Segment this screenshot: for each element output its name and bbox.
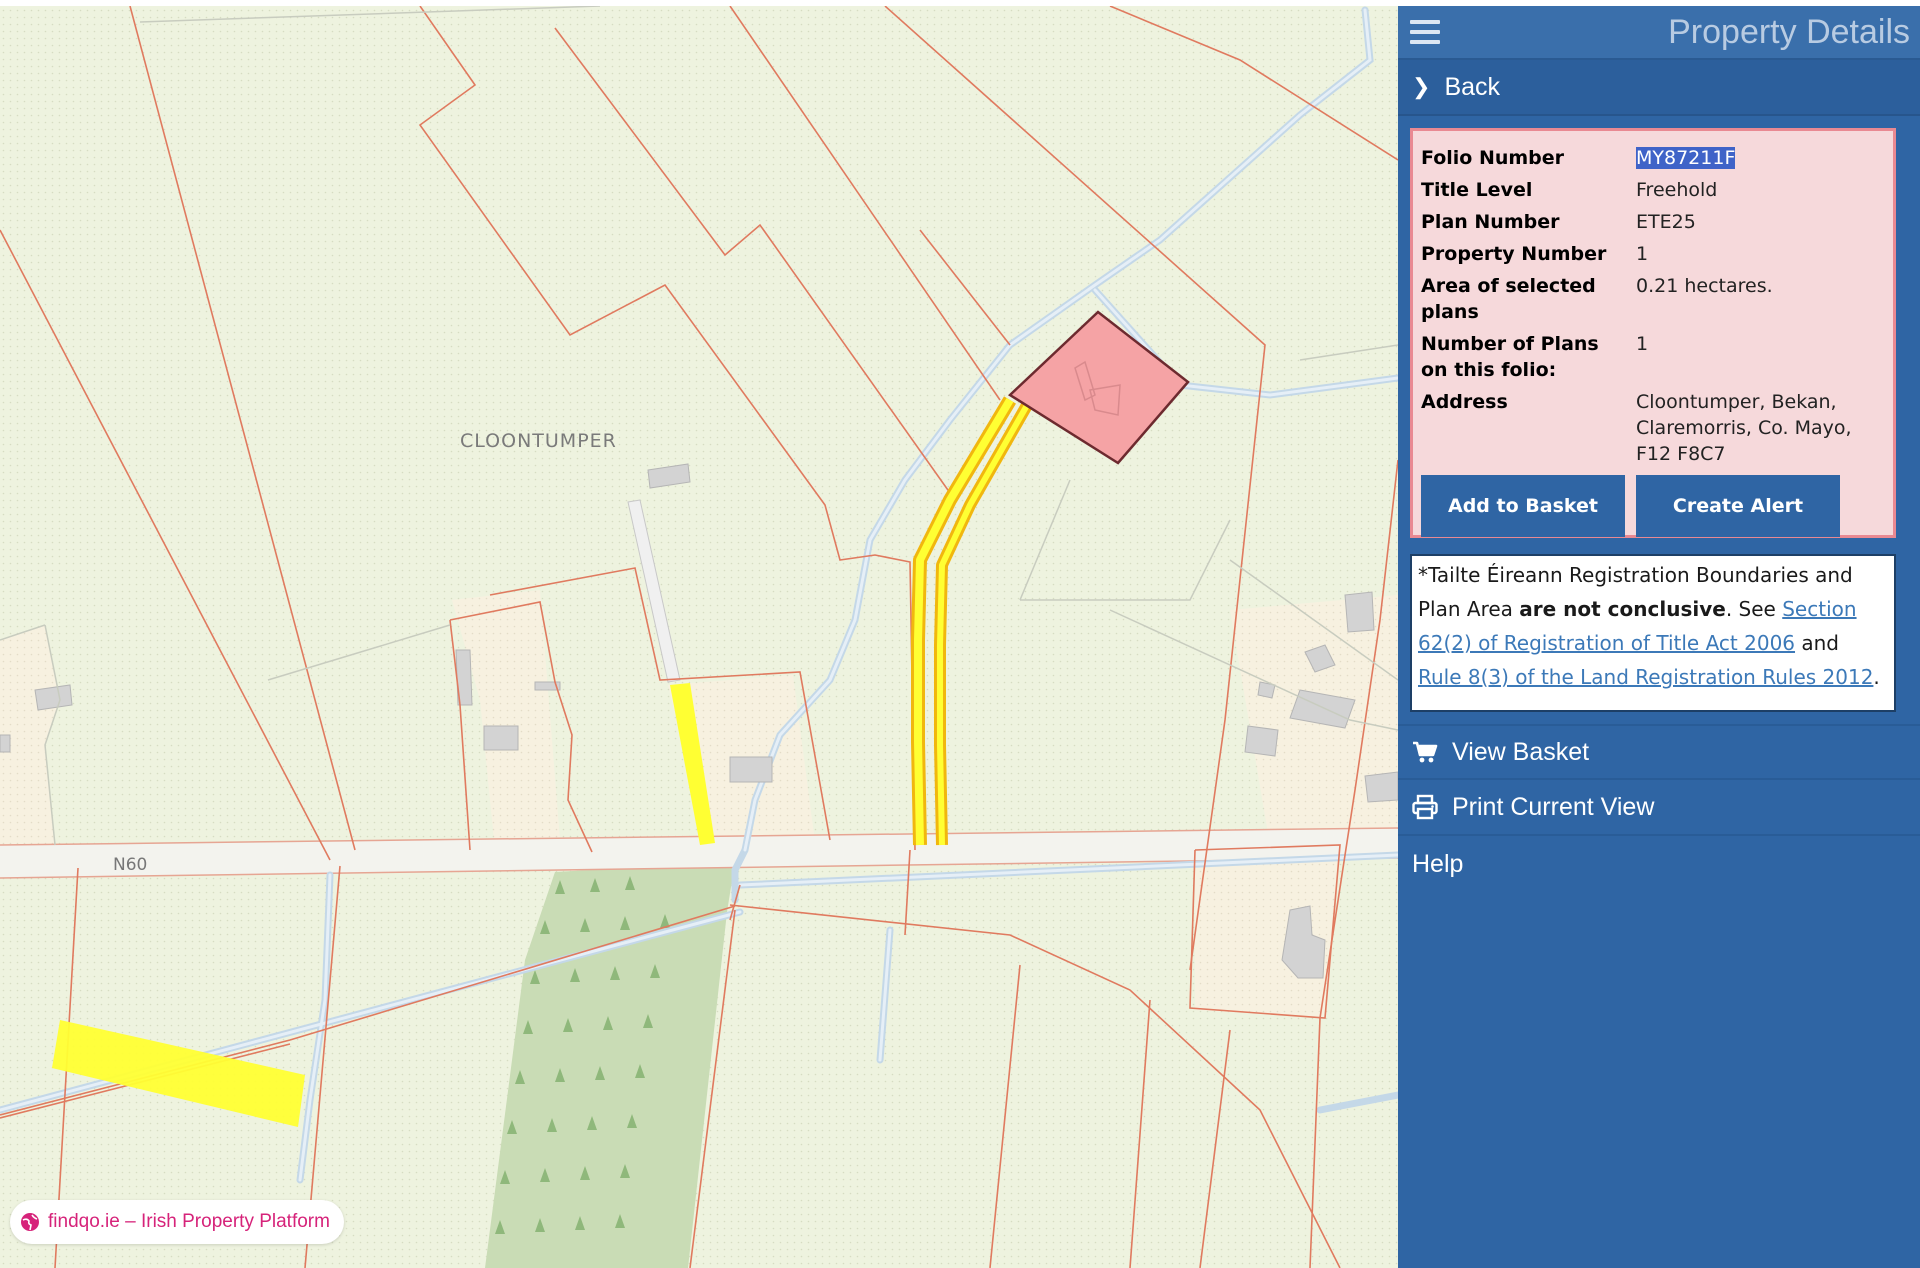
plan-number-value: ETE25	[1636, 211, 1696, 233]
disclaimer-and: and	[1795, 631, 1839, 655]
area-label: Area of selected plans	[1421, 275, 1596, 323]
property-number-label: Property Number	[1421, 243, 1607, 265]
disclaimer-bold: are not conclusive	[1519, 597, 1726, 621]
chevron-right-icon: ❯	[1412, 74, 1431, 99]
hamburger-icon[interactable]	[1410, 20, 1440, 44]
folio-number-value[interactable]: MY87211F	[1636, 145, 1891, 171]
cart-icon	[1413, 741, 1438, 763]
plan-number-label: Plan Number	[1421, 211, 1560, 233]
print-view-label: Print Current View	[1452, 792, 1655, 821]
back-label: Back	[1444, 72, 1501, 101]
folio-number-label: Folio Number	[1421, 147, 1565, 169]
map-view[interactable]: CLOONTUMPER N60	[0, 6, 1398, 1268]
address-value: Cloontumper, Bekan, Claremorris, Co. May…	[1636, 391, 1852, 465]
add-to-basket-button[interactable]: Add to Basket	[1421, 475, 1625, 537]
title-level-value: Freehold	[1636, 179, 1718, 201]
area-value: 0.21 hectares.	[1636, 275, 1773, 297]
folio-number-text[interactable]: MY87211F	[1636, 147, 1736, 169]
create-alert-button[interactable]: Create Alert	[1636, 475, 1840, 537]
back-button[interactable]: ❯ Back	[1398, 60, 1920, 116]
disclaimer-suffix: .	[1873, 665, 1880, 689]
rule-8-link[interactable]: Rule 8(3) of the Land Registration Rules…	[1418, 665, 1873, 689]
disclaimer-mid: . See	[1725, 597, 1783, 621]
address-label: Address	[1421, 391, 1508, 413]
disclaimer-box: *Tailte Éireann Registration Boundaries …	[1410, 554, 1896, 712]
num-plans-value: 1	[1636, 333, 1649, 355]
panel-header: Property Details	[1398, 6, 1920, 60]
panel-title: Property Details	[1668, 12, 1910, 51]
help-label: Help	[1412, 849, 1464, 878]
map-canvas[interactable]	[0, 6, 1398, 1268]
watermark-text: findqo.ie – Irish Property Platform	[48, 1211, 330, 1232]
view-basket-button[interactable]: View Basket	[1398, 724, 1920, 780]
road-label: N60	[113, 855, 148, 875]
print-view-button[interactable]: Print Current View	[1398, 780, 1920, 836]
property-details-box: Folio Number MY87211F Title Level Freeho…	[1410, 128, 1896, 538]
watermark-badge[interactable]: findqo.ie – Irish Property Platform	[10, 1200, 344, 1244]
title-level-label: Title Level	[1421, 179, 1533, 201]
view-basket-label: View Basket	[1452, 737, 1590, 766]
property-details-panel: Property Details ❯ Back Folio Number MY8…	[1398, 6, 1920, 1268]
property-number-value: 1	[1636, 243, 1649, 265]
help-button[interactable]: Help	[1398, 836, 1920, 892]
townland-label: CLOONTUMPER	[460, 430, 617, 452]
num-plans-label: Number of Plans on this folio:	[1421, 333, 1599, 381]
globe-icon	[21, 1213, 39, 1231]
printer-icon	[1412, 794, 1438, 820]
